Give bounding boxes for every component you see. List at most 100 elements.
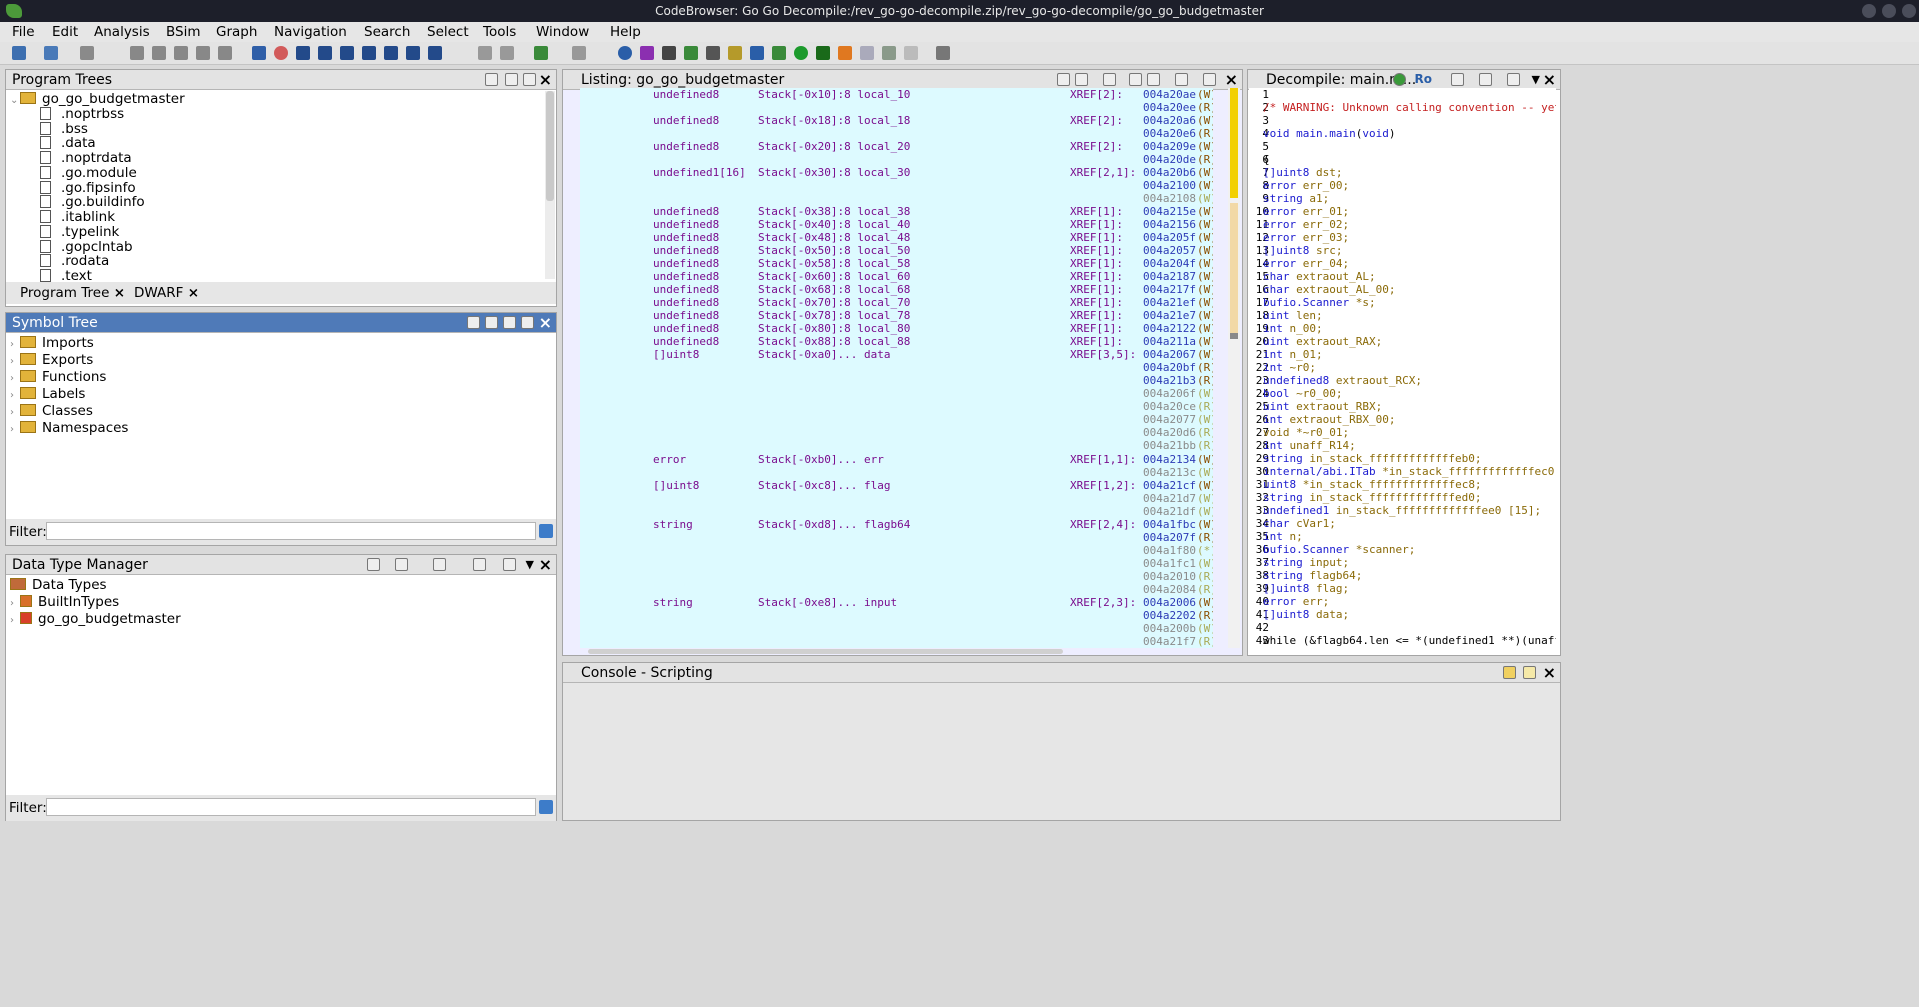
listing-overview-bar[interactable] (1228, 88, 1240, 648)
edit-icon[interactable] (1479, 73, 1492, 86)
undo-icon[interactable] (534, 46, 548, 60)
variable-icon[interactable] (406, 46, 420, 60)
refresh-icon[interactable] (1393, 73, 1406, 86)
instruction-icon[interactable] (296, 46, 310, 60)
code-line[interactable]: 30 internal/abi.ITab *in_stack_fffffffff… (1249, 465, 1556, 478)
memory-icon[interactable] (662, 46, 676, 60)
archive-icon[interactable] (433, 558, 446, 571)
menu-tools[interactable]: Tools (483, 24, 516, 40)
close-tab-icon[interactable]: × (114, 285, 125, 301)
checkpoint-icon[interactable] (904, 46, 918, 60)
listing-row[interactable]: undefined8 Stack[-0x68]:8 local_68 XREF[1]… (580, 283, 1213, 296)
call-graph-icon[interactable] (772, 46, 786, 60)
code-line[interactable]: 37 string input; (1249, 556, 1556, 569)
copy-icon[interactable] (478, 46, 492, 60)
tree-item[interactable]: .go.module (40, 165, 137, 181)
code-line[interactable]: 3 (1249, 114, 1556, 127)
tree-item[interactable]: .itablink (40, 209, 115, 225)
close-tab-icon[interactable]: × (188, 285, 199, 301)
code-line[interactable]: 2/* WARNING: Unknown calling convention … (1249, 101, 1556, 114)
menu-file[interactable]: File (12, 24, 35, 40)
listing-row[interactable]: 004a2010(R), (580, 570, 1213, 583)
layout-icon[interactable] (1203, 73, 1216, 86)
code-line[interactable]: 32 string in_stack_fffffffffffffed0; (1249, 491, 1556, 504)
listing-row[interactable]: undefined8 Stack[-0x18]:8 local_18 XREF[2]… (580, 114, 1213, 127)
snapshot-icon[interactable] (1507, 73, 1520, 86)
code-line[interactable]: 12 error err_03; (1249, 231, 1556, 244)
tree-item[interactable]: .go.fipsinfo (40, 180, 136, 196)
clear-icon[interactable] (1523, 666, 1536, 679)
tree-item[interactable]: .gopclntab (40, 239, 133, 255)
program-types[interactable]: › go_go_budgetmaster (10, 611, 181, 627)
check-icon[interactable] (640, 46, 654, 60)
listing-row[interactable]: 004a21d7(W), (580, 492, 1213, 505)
diamond-icon[interactable] (838, 46, 852, 60)
code-line[interactable]: 11 error err_02; (1249, 218, 1556, 231)
listing-row[interactable]: 004a21f7(R), (580, 635, 1213, 648)
edit-fields-icon[interactable] (1129, 73, 1142, 86)
export-icon[interactable] (485, 316, 498, 329)
menu-window[interactable]: Window (536, 24, 589, 40)
code-line[interactable]: 43 while (&flagb64.len <= *(undefined1 *… (1249, 634, 1556, 647)
read-only-toggle[interactable]: Ro (1415, 72, 1432, 86)
tree-item[interactable]: .rodata (40, 253, 109, 269)
tab-dwarf[interactable]: DWARF × (134, 285, 199, 301)
minimize-button[interactable] (1862, 4, 1876, 18)
nav-data-icon[interactable] (174, 46, 188, 60)
listing-row[interactable]: undefined8 Stack[-0x48]:8 local_48 XREF[1]… (580, 231, 1213, 244)
code-line[interactable]: 39 []uint8 flag; (1249, 582, 1556, 595)
code-line[interactable]: 1 (1249, 88, 1556, 101)
listing-row[interactable]: undefined8 Stack[-0x80]:8 local_80 XREF[1]… (580, 322, 1213, 335)
code-line[interactable]: 42 (1249, 621, 1556, 634)
code-line[interactable]: 18 uint len; (1249, 309, 1556, 322)
code-line[interactable]: 24 bool ~r0_00; (1249, 387, 1556, 400)
undefined-icon[interactable] (340, 46, 354, 60)
tree-item[interactable]: .typelink (40, 224, 119, 240)
code-line[interactable]: 19 int n_00; (1249, 322, 1556, 335)
symbol-namespaces[interactable]: › Namespaces (10, 420, 128, 436)
code-line[interactable]: 34 char cVar1; (1249, 517, 1556, 530)
listing-row[interactable]: undefined8 Stack[-0x58]:8 local_58 XREF[1]… (580, 257, 1213, 270)
filter-options-icon[interactable] (539, 800, 553, 814)
code-line[interactable]: 13 []uint8 src; (1249, 244, 1556, 257)
code-line[interactable]: 31 uint8 *in_stack_fffffffffffffec8; (1249, 478, 1556, 491)
back-icon[interactable] (44, 46, 58, 60)
snapshot-icon[interactable] (521, 316, 534, 329)
navigate-icon[interactable] (503, 316, 516, 329)
code-line[interactable]: 10 error err_01; (1249, 205, 1556, 218)
code-line[interactable]: 26 int extraout_RBX_00; (1249, 413, 1556, 426)
cursor-icon[interactable] (1103, 73, 1116, 86)
listing-row[interactable]: 004a20e6(R) (580, 127, 1213, 140)
tree-scrollbar[interactable] (545, 91, 555, 279)
code-line[interactable]: 25 uint extraout_RBX; (1249, 400, 1556, 413)
listing-hscrollbar[interactable] (588, 649, 1063, 654)
copy-icon[interactable] (1451, 73, 1464, 86)
code-line[interactable]: 4 void main.main(void) (1249, 127, 1556, 140)
refresh-icon[interactable] (473, 558, 486, 571)
listing-row[interactable]: error Stack[-0xb0]... err XREF[1,1]: 004a21… (580, 453, 1213, 466)
listing-row[interactable]: 004a2108(W) (580, 192, 1213, 205)
listing-row[interactable]: []uint8 Stack[-0xa0]... data XREF[3,5]: 004… (580, 348, 1213, 361)
copy-icon[interactable] (1057, 73, 1070, 86)
code-line[interactable]: 9 string a1; (1249, 192, 1556, 205)
save-icon[interactable] (12, 46, 26, 60)
paste-icon[interactable] (500, 46, 514, 60)
code-line[interactable]: 15 char extraout_AL; (1249, 270, 1556, 283)
decompile-view[interactable]: 1 2/* WARNING: Unknown calling convention… (1249, 88, 1556, 648)
menu-select[interactable]: Select (427, 24, 469, 40)
new-namespace-icon[interactable] (467, 316, 480, 329)
listing-row[interactable]: 004a207f(R), (580, 531, 1213, 544)
close-icon[interactable]: × (1543, 663, 1556, 682)
menu-analysis[interactable]: Analysis (94, 24, 150, 40)
listing-row[interactable]: 004a20ee(R) (580, 101, 1213, 114)
table-icon[interactable] (860, 46, 874, 60)
listing-row[interactable]: undefined8 Stack[-0x20]:8 local_20 XREF[2]… (580, 140, 1213, 153)
data-types-root[interactable]: Data Types (10, 577, 107, 593)
listing-row[interactable]: 004a1fc1(W), (580, 557, 1213, 570)
nav-func-icon[interactable] (196, 46, 210, 60)
listing-row[interactable]: undefined1[16] Stack[-0x30]:8 local_30 XRE… (580, 166, 1213, 179)
listing-row[interactable]: undefined8 Stack[-0x50]:8 local_50 XREF[1]… (580, 244, 1213, 257)
code-line[interactable]: 33 undefined1 in_stack_fffffffffffffee0 … (1249, 504, 1556, 517)
code-line[interactable]: 27 void *~r0_01; (1249, 426, 1556, 439)
terminal-icon[interactable] (816, 46, 830, 60)
